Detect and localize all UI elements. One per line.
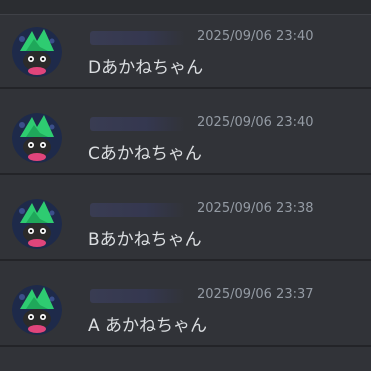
username-redacted[interactable] [90, 289, 185, 303]
username-redacted[interactable] [90, 117, 185, 131]
message-list: 2025/09/06 23:40 Dあかねちゃん 2025/09/06 23:4… [0, 0, 371, 371]
message-item[interactable]: 2025/09/06 23:38 Bあかねちゃん [0, 187, 371, 261]
message-timestamp: 2025/09/06 23:38 [197, 201, 314, 216]
user-avatar-icon[interactable] [12, 285, 62, 335]
message-item[interactable]: 2025/09/06 23:37 A あかねちゃん [0, 273, 371, 347]
message-text: Dあかねちゃん [88, 58, 204, 78]
message-timestamp: 2025/09/06 23:40 [197, 115, 314, 130]
top-divider [0, 0, 371, 15]
message-item[interactable]: 2025/09/06 23:40 Cあかねちゃん [0, 101, 371, 175]
message-item[interactable]: 2025/09/06 23:40 Dあかねちゃん [0, 15, 371, 89]
user-avatar-icon[interactable] [12, 199, 62, 249]
username-redacted[interactable] [90, 203, 185, 217]
user-avatar-icon[interactable] [12, 113, 62, 163]
user-avatar-icon[interactable] [12, 27, 62, 77]
message-text: Cあかねちゃん [88, 144, 202, 164]
message-timestamp: 2025/09/06 23:40 [197, 29, 314, 44]
username-redacted[interactable] [90, 31, 185, 45]
message-text: Bあかねちゃん [88, 230, 202, 250]
message-text: A あかねちゃん [88, 316, 208, 336]
message-timestamp: 2025/09/06 23:37 [197, 287, 314, 302]
